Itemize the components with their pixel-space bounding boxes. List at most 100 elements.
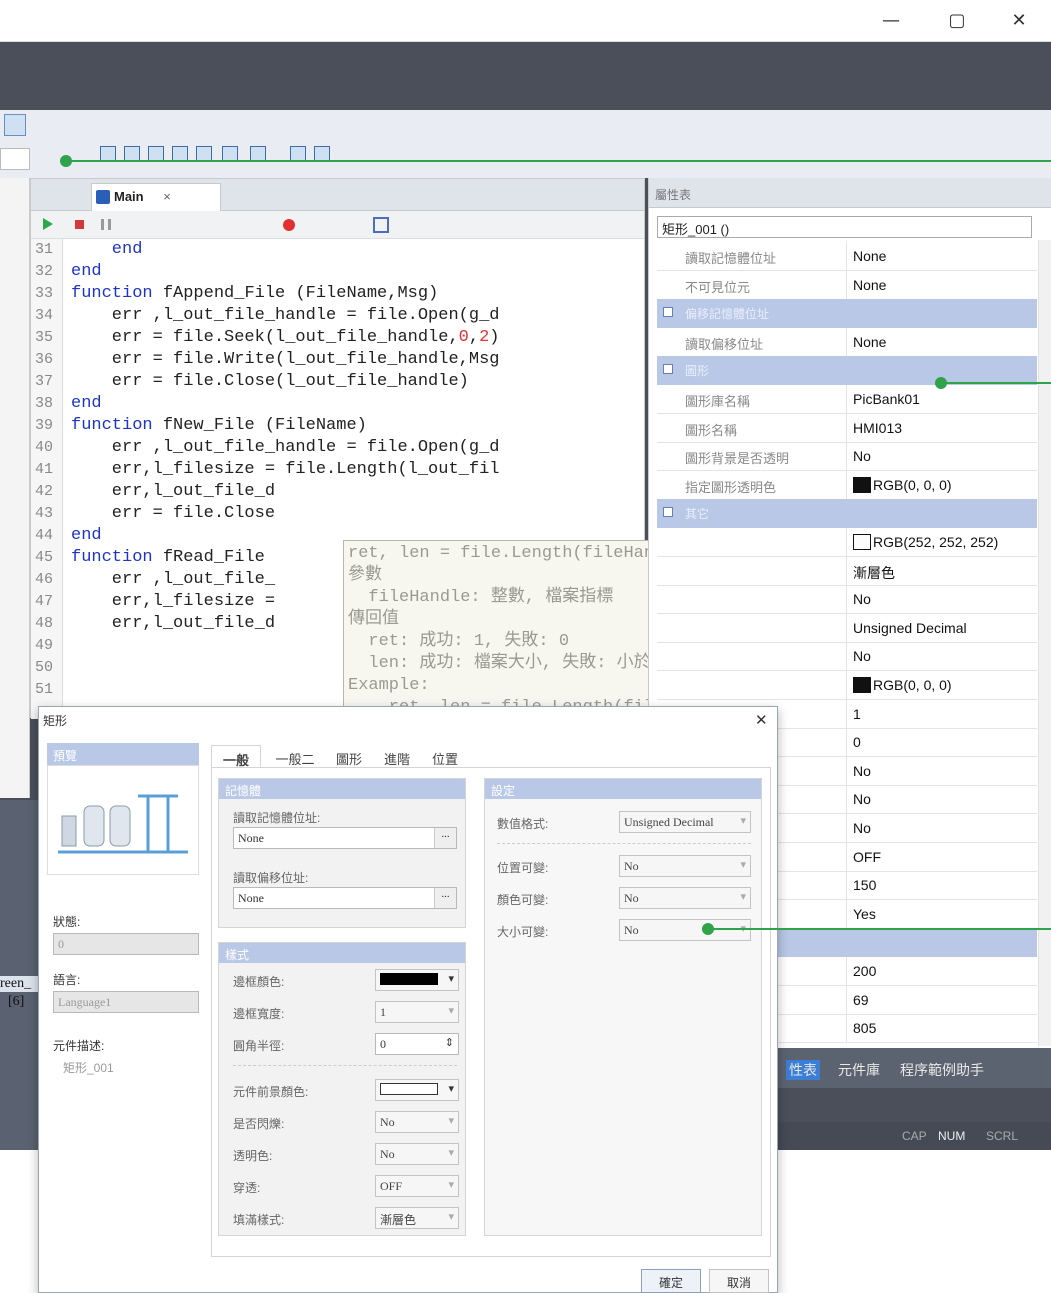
property-row[interactable]: 圖形庫名稱 PicBank01 [657, 385, 1037, 414]
tab-general[interactable]: 一般 [211, 745, 261, 769]
collapse-icon[interactable] [663, 364, 673, 375]
property-value[interactable]: No [853, 442, 1033, 471]
code-line[interactable]: err,l_filesize = file.Length(l_out_fil [71, 459, 631, 481]
code-line[interactable]: err = file.Close [71, 503, 631, 525]
property-row[interactable]: 不可見位元 None [657, 270, 1037, 300]
property-value[interactable]: RGB(0, 0, 0) [853, 671, 1033, 700]
property-value[interactable]: OFF [853, 843, 1033, 872]
property-value[interactable]: RGB(252, 252, 252) [853, 528, 1033, 557]
tab-advanced[interactable]: 進階 [375, 745, 419, 769]
restore-button[interactable]: ▢ [942, 8, 972, 34]
property-value[interactable]: Yes [853, 900, 1033, 929]
format-select[interactable]: Unsigned Decimal ▾ [619, 811, 751, 833]
object-selector[interactable]: 矩形_001 () [657, 216, 1032, 238]
code-line[interactable]: function fNew_File (FileName) [71, 415, 631, 437]
property-value[interactable]: No [853, 814, 1033, 843]
property-value[interactable]: No [853, 642, 1033, 671]
property-row[interactable]: 讀取記憶體位址 None [657, 242, 1037, 271]
property-value[interactable]: 150 [853, 871, 1033, 900]
property-value[interactable]: 200 [853, 957, 1033, 986]
fill-style-label: 填滿樣式: [233, 1213, 285, 1227]
code-line[interactable]: end [71, 239, 631, 261]
property-value[interactable]: HMI013 [853, 414, 1033, 443]
property-value[interactable]: RGB(0, 0, 0) [853, 471, 1033, 500]
tab-main[interactable]: Main × [91, 183, 221, 211]
property-value[interactable]: None [853, 242, 1033, 271]
property-value[interactable]: 1 [853, 700, 1033, 729]
property-value[interactable]: No [853, 785, 1033, 814]
cancel-button[interactable]: 取消 [709, 1269, 769, 1293]
offset-address-field[interactable]: None... [233, 887, 457, 909]
code-line[interactable]: function fAppend_File (FileName,Msg) [71, 283, 631, 305]
browse-icon[interactable]: ... [434, 828, 456, 848]
state-field[interactable]: 0 [53, 933, 199, 955]
tab-properties[interactable]: 性表 [786, 1060, 820, 1080]
code-line[interactable]: err = file.Seek(l_out_file_handle,0,2) [71, 327, 631, 349]
property-value[interactable]: 69 [853, 986, 1033, 1015]
property-row[interactable]: 漸層色 [657, 556, 1037, 586]
close-button[interactable]: ✕ [1004, 8, 1034, 34]
dialog-close-icon[interactable]: ✕ [755, 711, 768, 729]
tab-component-library[interactable]: 元件庫 [838, 1060, 880, 1080]
property-category[interactable]: 其它 [657, 499, 1037, 529]
code-line[interactable]: err ,l_out_file_handle = file.Open(g_d [71, 305, 631, 327]
property-row[interactable]: RGB(252, 252, 252) [657, 528, 1037, 557]
through-select[interactable]: OFF ▾ [375, 1175, 459, 1197]
browse-icon[interactable]: ... [434, 888, 456, 908]
stop-debug-icon[interactable] [75, 220, 84, 229]
tab-script-assistant[interactable]: 程序範例助手 [900, 1060, 984, 1080]
property-value[interactable]: No [853, 585, 1033, 614]
property-value[interactable]: None [853, 328, 1033, 357]
color-variable-select[interactable]: No ▾ [619, 887, 751, 909]
flash-select[interactable]: No ▾ [375, 1111, 459, 1133]
tab-position[interactable]: 位置 [423, 745, 467, 769]
check-icon[interactable] [373, 217, 389, 233]
position-variable-select[interactable]: No ▾ [619, 855, 751, 877]
property-row[interactable]: Unsigned Decimal [657, 613, 1037, 643]
fg-color-picker[interactable]: ▾ [375, 1079, 459, 1101]
toolbar-combo[interactable] [0, 148, 30, 170]
collapse-icon[interactable] [663, 507, 673, 518]
property-value[interactable]: Unsigned Decimal [853, 614, 1033, 643]
tab-general-2[interactable]: 一般二 [267, 745, 323, 769]
property-row[interactable]: 讀取偏移位址 None [657, 327, 1037, 357]
code-line[interactable]: err = file.Close(l_out_file_handle) [71, 371, 631, 393]
property-row[interactable]: 圖形名稱 HMI013 [657, 413, 1037, 443]
property-value[interactable]: 漸層色 [853, 557, 1033, 586]
property-row[interactable]: 圖形背景是否透明 No [657, 442, 1037, 472]
code-line[interactable]: err,l_out_file_d [71, 481, 631, 503]
property-value[interactable]: No [853, 757, 1033, 786]
collapse-icon[interactable] [663, 307, 673, 318]
run-icon[interactable] [43, 218, 53, 230]
color-variable-label: 顏色可變: [497, 893, 549, 907]
tab-close-icon[interactable]: × [163, 189, 171, 204]
border-color-picker[interactable]: ▾ [375, 969, 459, 991]
toolbar-icon[interactable] [4, 114, 26, 136]
property-category[interactable]: 偏移記憶體位址 [657, 299, 1037, 329]
pause-icon[interactable] [101, 219, 111, 230]
language-field[interactable]: Language1 [53, 991, 199, 1013]
code-line[interactable]: end [71, 393, 631, 415]
minimize-button[interactable]: — [876, 8, 906, 34]
breakpoint-icon[interactable] [283, 219, 295, 231]
corner-radius-stepper[interactable]: 0 ⇕ [375, 1033, 459, 1055]
fill-style-select[interactable]: 漸層色 ▾ [375, 1207, 459, 1229]
property-scrollbar[interactable] [1038, 240, 1051, 1046]
code-line[interactable]: end [71, 261, 631, 283]
property-value[interactable]: None [853, 271, 1033, 300]
property-row[interactable]: 指定圖形透明色 RGB(0, 0, 0) [657, 470, 1037, 500]
read-address-field[interactable]: None... [233, 827, 457, 849]
tab-graphic[interactable]: 圖形 [327, 745, 371, 769]
size-variable-select[interactable]: No▾ [619, 919, 751, 941]
code-line[interactable]: err = file.Write(l_out_file_handle,Msg [71, 349, 631, 371]
code-line[interactable]: err ,l_out_file_handle = file.Open(g_d [71, 437, 631, 459]
property-value[interactable]: PicBank01 [853, 385, 1033, 414]
property-value[interactable]: 805 [853, 1014, 1033, 1043]
border-width-select[interactable]: 1 ▾ [375, 1001, 459, 1023]
property-row[interactable]: No [657, 642, 1037, 672]
ok-button[interactable]: 確定 [641, 1269, 701, 1293]
property-row[interactable]: RGB(0, 0, 0) [657, 671, 1037, 700]
property-row[interactable]: No [657, 585, 1037, 615]
property-value[interactable]: 0 [853, 728, 1033, 757]
transparent-select[interactable]: No ▾ [375, 1143, 459, 1165]
